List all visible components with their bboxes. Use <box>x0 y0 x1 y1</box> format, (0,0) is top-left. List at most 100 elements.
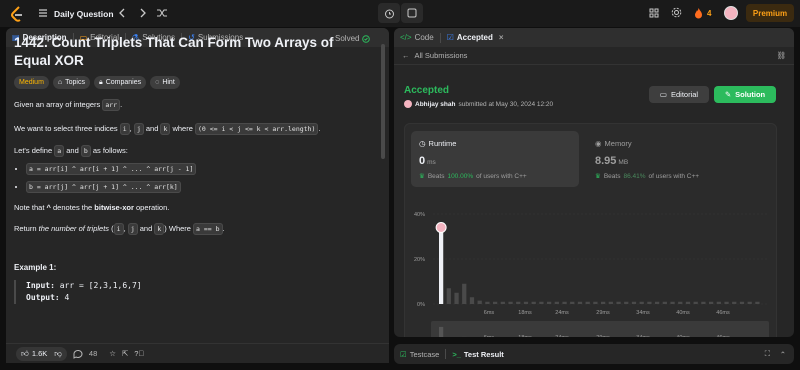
check-circle-icon <box>362 34 371 43</box>
book-icon: ▭ <box>659 90 667 99</box>
chart-bar <box>616 301 621 304</box>
runtime-card[interactable]: ◷ Runtime 0 ms ♛ Beats 100.00% of users w… <box>411 131 579 187</box>
submission-detail: ← All Submissions ⛓ <box>394 47 794 65</box>
memory-card[interactable]: ◉ Memory 8.95 MB ♛ Beats 86.41% of users … <box>587 131 767 187</box>
thumbs-up-icon: 👍︎ <box>21 348 29 358</box>
chart-bar <box>469 297 475 304</box>
chart-bar <box>647 301 652 304</box>
notes-button[interactable] <box>401 3 423 23</box>
streak-count: 4 <box>707 9 712 18</box>
shuffle-icon[interactable] <box>156 7 168 19</box>
companies-chip[interactable]: 🔒︎ Companies <box>93 76 147 89</box>
overview-tick-label: 18ms <box>518 335 532 337</box>
overview-tick-label: 46ms <box>716 335 730 337</box>
y-tick-label: 20% <box>414 257 425 263</box>
chart-bar <box>500 301 505 304</box>
thumbs-down-icon[interactable]: 👎︎ <box>54 349 62 359</box>
tab-code[interactable]: </> Code <box>394 28 440 47</box>
paragraph-1: Given an array of integers arr. <box>14 99 123 111</box>
close-icon[interactable]: × <box>499 33 504 42</box>
timer-button[interactable] <box>378 3 400 23</box>
x-tick-label: 18ms <box>518 310 532 316</box>
x-tick-label: 46ms <box>716 310 730 316</box>
tab-testcase[interactable]: ☑ Testcase <box>394 344 445 364</box>
memory-label: ◉ Memory <box>595 139 632 148</box>
performance-stats: ◷ Runtime 0 ms ♛ Beats 100.00% of users w… <box>404 123 777 337</box>
x-tick-label: 34ms <box>636 310 650 316</box>
paragraph-5: Return the number of triplets (i, j and … <box>14 223 225 235</box>
chart-bar <box>446 288 451 304</box>
chart-bar <box>670 301 675 304</box>
note-icon <box>407 8 417 18</box>
x-tick-label: 29ms <box>596 310 610 316</box>
solved-status: Solved <box>335 34 371 43</box>
chart-bar <box>477 300 482 304</box>
tab-test-result[interactable]: >_ Test Result <box>446 344 509 364</box>
overview-tick-label: 40ms <box>676 335 690 337</box>
chart-bar <box>554 301 559 304</box>
paragraph-4: Note that ^ denotes the bitwise-xor oper… <box>14 203 170 212</box>
premium-button[interactable]: Premium <box>746 4 794 22</box>
editorial-button[interactable]: ▭ Editorial <box>649 86 709 103</box>
comment-icon[interactable] <box>73 349 83 359</box>
star-icon[interactable]: ☆ <box>109 349 116 358</box>
user-position-marker <box>435 222 447 233</box>
external-link-icon[interactable]: ⇱ <box>122 349 128 358</box>
layout-grid-icon[interactable] <box>649 8 659 18</box>
x-tick-label: 24ms <box>555 310 569 316</box>
chart-bar <box>485 301 490 304</box>
submission-panel: </> Code ☑ Accepted × ← All Submissions … <box>394 28 794 337</box>
problem-description: 1442. Count Triplets That Can Form Two A… <box>14 30 371 304</box>
chart-bar <box>732 301 737 304</box>
chart-bar <box>639 301 644 304</box>
chip-icon: ◉ <box>595 139 602 148</box>
chart-bar <box>508 301 513 304</box>
leetcode-logo-icon[interactable] <box>10 5 24 22</box>
like-button[interactable]: 👍︎ 1.6K 👎︎ <box>16 346 67 361</box>
chart-bar <box>755 301 760 304</box>
chart-bar <box>454 292 459 304</box>
daily-question-title[interactable]: Daily Question <box>54 9 114 19</box>
chart-bar <box>577 301 583 304</box>
chart-bar <box>709 301 714 304</box>
list-item: a = arr[i] ^ arr[i + 1] ^ ... ^ arr[j - … <box>26 163 369 175</box>
all-submissions-link[interactable]: ← All Submissions ⛓ <box>394 47 794 65</box>
chevron-right-icon[interactable] <box>139 8 147 18</box>
problem-title[interactable]: 1442. Count Triplets That Can Form Two A… <box>14 34 334 70</box>
overview-tick-label: 24ms <box>555 335 569 337</box>
chevron-left-icon[interactable] <box>118 8 126 18</box>
solution-button[interactable]: ✎ Solution <box>714 86 776 103</box>
expand-icon[interactable]: ⛶ <box>765 349 770 359</box>
x-tick-label: 40ms <box>676 310 690 316</box>
clock-icon: ◷ <box>419 139 426 148</box>
chart-bar <box>678 301 683 304</box>
avatar[interactable] <box>724 6 738 20</box>
help-icon[interactable]: ?⃝ <box>134 349 144 358</box>
runtime-beats: ♛ Beats 100.00% of users with C++ <box>419 172 527 181</box>
chart-bar <box>523 301 529 304</box>
streak-fire-icon[interactable] <box>694 7 703 19</box>
runtime-distribution-chart[interactable]: 40% 20% 0% 6ms 18ms 24ms 29ms 34ms 40ms 46ms 6ms 18… <box>405 206 776 337</box>
description-scrollbar[interactable] <box>381 44 385 159</box>
alarm-clock-icon <box>384 9 394 18</box>
topics-chip[interactable]: ⌂ Topics <box>52 76 90 89</box>
overview-tick-label: 34ms <box>636 335 650 337</box>
chart-bar <box>593 301 598 304</box>
menu-icon[interactable] <box>38 8 48 18</box>
chevron-up-icon[interactable]: ⌃ <box>780 350 786 359</box>
gear-icon[interactable] <box>671 7 682 18</box>
chart-bar <box>439 227 444 304</box>
tab-accepted[interactable]: ☑ Accepted × <box>441 28 510 47</box>
hint-chip[interactable]: ◌ Hint <box>150 76 180 89</box>
right-tab-bar: </> Code ☑ Accepted × <box>394 28 794 47</box>
overview-tick-label: 29ms <box>596 335 610 337</box>
chart-bar <box>547 301 552 304</box>
checkbox-icon: ☑ <box>446 33 454 42</box>
x-tick-label: 6ms <box>484 310 495 316</box>
memory-beats: ♛ Beats 86.41% of users with C++ <box>595 172 700 181</box>
trophy-icon: ♛ <box>595 173 601 180</box>
overview-bar <box>439 326 444 337</box>
link-icon[interactable]: ⛓ <box>776 51 786 60</box>
tag-icon: ⌂ <box>57 79 63 86</box>
chart-bar <box>631 301 637 304</box>
